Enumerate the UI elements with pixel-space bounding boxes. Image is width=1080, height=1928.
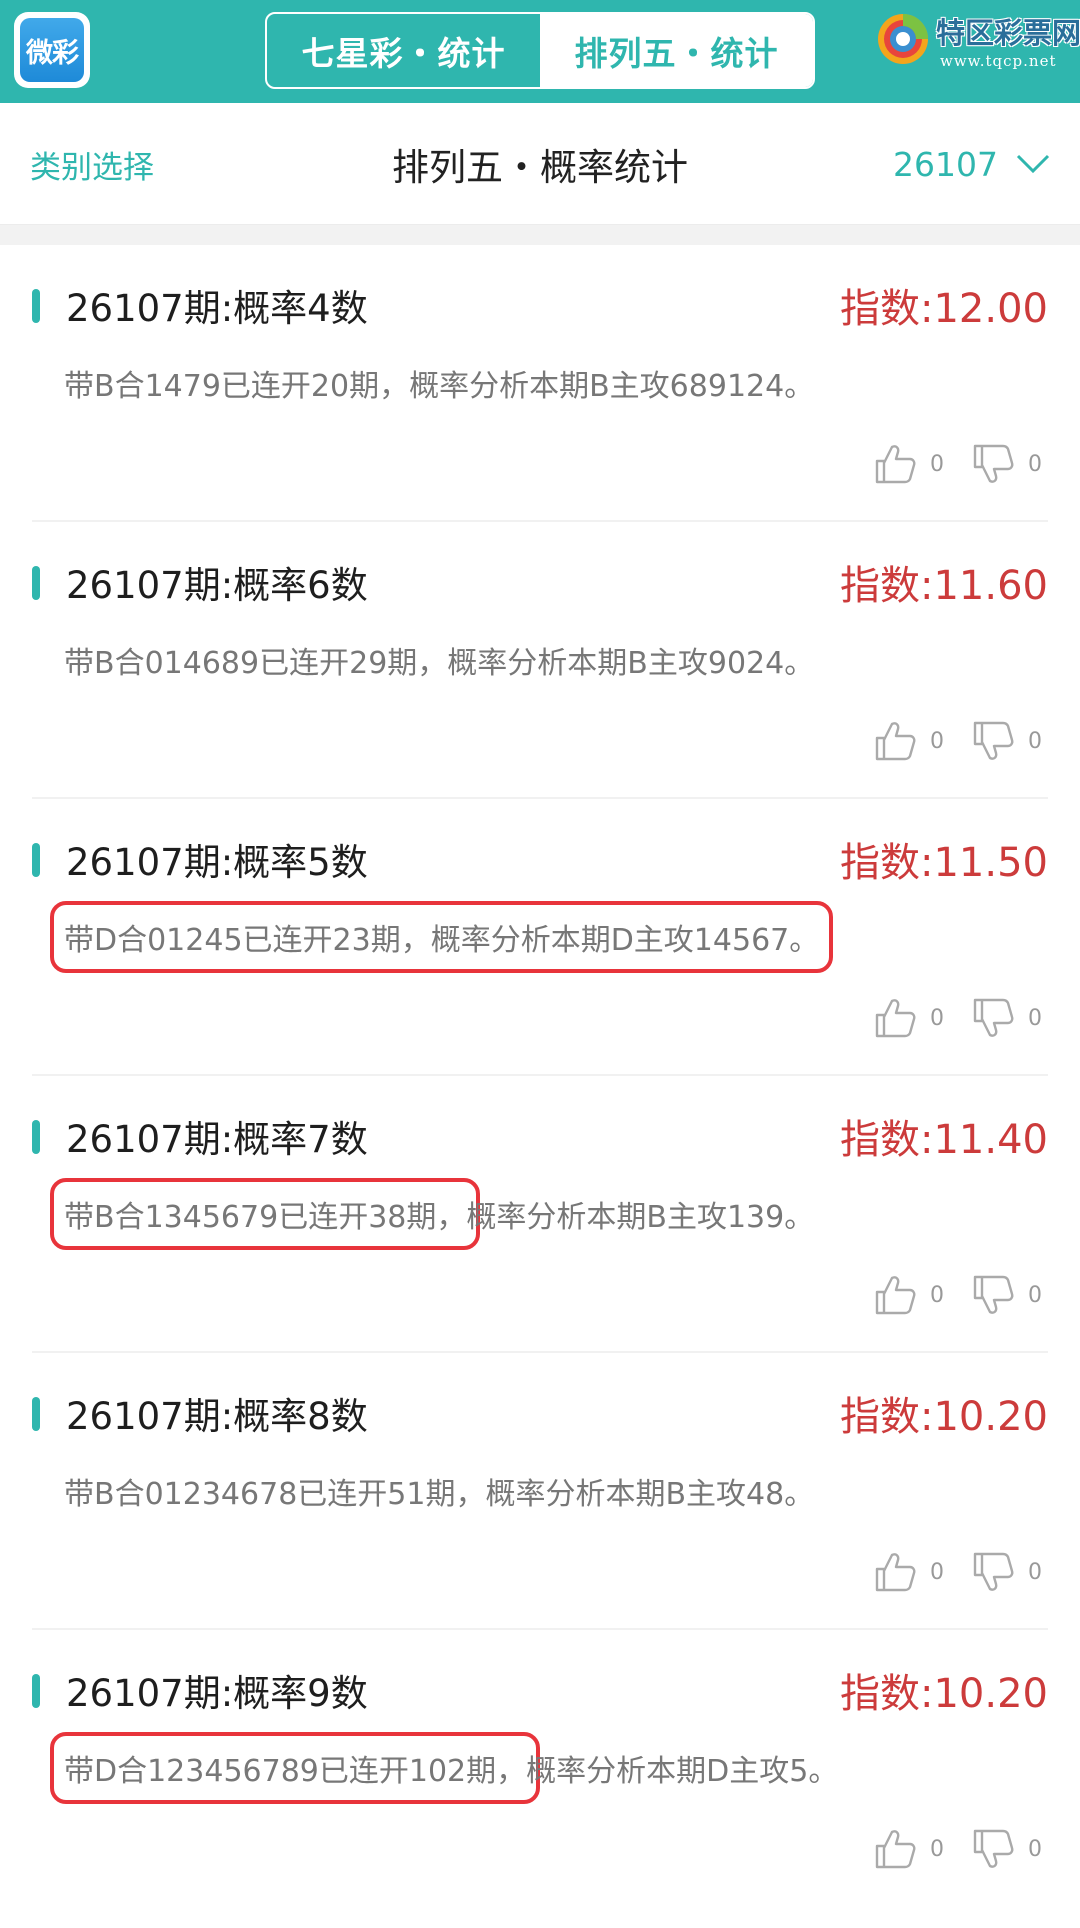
- item-description: 带B合1479已连开20期，概率分析本期B主攻689124。: [64, 361, 814, 405]
- dislike-button[interactable]: 0: [970, 718, 1042, 764]
- probability-list: 26107期:概率4数 指数:12.00 带B合1479已连开20期，概率分析本…: [0, 245, 1080, 1907]
- like-button[interactable]: 0: [872, 1826, 944, 1872]
- highlighted-text: 带D合01245已连开23期，概率分析本期D主攻14567。: [49, 901, 834, 973]
- like-count: 0: [930, 728, 944, 754]
- title-marker: [32, 843, 40, 877]
- list-item: 26107期:概率9数 指数:10.20 带D合123456789已连开102期…: [32, 1630, 1048, 1907]
- like-button[interactable]: 0: [872, 441, 944, 487]
- item-title: 26107期:概率6数: [66, 564, 368, 607]
- brand-url: www.tqcp.net: [940, 52, 1057, 70]
- list-item: 26107期:概率4数 指数:12.00 带B合1479已连开20期，概率分析本…: [32, 245, 1048, 522]
- title-marker: [32, 1120, 40, 1154]
- item-description: 带D合123456789已连开102期，概率分析本期D主攻5。: [49, 1732, 839, 1804]
- item-index-value: 指数:11.60: [840, 563, 1048, 609]
- vote-bar: 0 0: [846, 1549, 1042, 1595]
- tab-qixingcai-stats[interactable]: 七星彩・统计: [267, 14, 540, 87]
- vote-bar: 0 0: [846, 995, 1042, 1041]
- dislike-count: 0: [1028, 1559, 1042, 1585]
- thumbs-up-icon: [875, 1553, 916, 1592]
- nav-bar: 类别选择 排列五・概率统计 26107: [0, 103, 1080, 225]
- item-title: 26107期:概率5数: [66, 841, 368, 884]
- like-count: 0: [930, 451, 944, 477]
- dislike-button[interactable]: 0: [970, 441, 1042, 487]
- item-description: 带B合1345679已连开38期，概率分析本期B主攻139。: [49, 1178, 815, 1250]
- like-button[interactable]: 0: [872, 1272, 944, 1318]
- vote-bar: 0 0: [846, 1826, 1042, 1872]
- dislike-button[interactable]: 0: [970, 1549, 1042, 1595]
- description-text: 带B合1479已连开20期，概率分析本期B主攻689124。: [64, 369, 815, 404]
- brand-watermark: 特区彩票网 www.tqcp.net: [876, 8, 1080, 88]
- thumbs-up-icon: [875, 999, 916, 1038]
- dislike-button[interactable]: 0: [970, 1826, 1042, 1872]
- app-logo-text: 微彩: [20, 18, 84, 82]
- thumbs-down-icon: [973, 1552, 1014, 1591]
- item-title: 26107期:概率4数: [66, 287, 368, 330]
- dislike-count: 0: [1028, 728, 1042, 754]
- section-divider: [0, 225, 1080, 245]
- item-description: 带D合01245已连开23期，概率分析本期D主攻14567。: [49, 901, 834, 973]
- highlighted-text: 带D合123456789已连开102期，: [49, 1732, 541, 1804]
- title-marker: [32, 1397, 40, 1431]
- period-value: 26107: [893, 144, 998, 184]
- list-item: 26107期:概率5数 指数:11.50 带D合01245已连开23期，概率分析…: [32, 799, 1048, 1076]
- thumbs-up-icon: [875, 1276, 916, 1315]
- title-marker: [32, 1674, 40, 1708]
- item-index-value: 指数:12.00: [840, 286, 1048, 332]
- list-item: 26107期:概率8数 指数:10.20 带B合01234678已连开51期，概…: [32, 1353, 1048, 1630]
- dislike-button[interactable]: 0: [970, 1272, 1042, 1318]
- dislike-count: 0: [1028, 1836, 1042, 1862]
- title-marker: [32, 289, 40, 323]
- item-index-value: 指数:10.20: [840, 1671, 1048, 1717]
- dislike-count: 0: [1028, 1005, 1042, 1031]
- item-index-value: 指数:11.50: [840, 840, 1048, 886]
- description-text: 概率分析本期B主攻139。: [466, 1200, 815, 1235]
- like-button[interactable]: 0: [872, 995, 944, 1041]
- title-marker: [32, 566, 40, 600]
- item-title: 26107期:概率7数: [66, 1118, 368, 1161]
- item-description: 带B合014689已连开29期，概率分析本期B主攻9024。: [64, 638, 814, 682]
- like-button[interactable]: 0: [872, 1549, 944, 1595]
- dislike-count: 0: [1028, 1282, 1042, 1308]
- like-count: 0: [930, 1559, 944, 1585]
- category-select-button[interactable]: 类别选择: [30, 103, 154, 225]
- brand-swirl-icon: [878, 14, 928, 64]
- period-dropdown[interactable]: 26107: [893, 103, 1050, 225]
- item-index-value: 指数:10.20: [840, 1394, 1048, 1440]
- like-button[interactable]: 0: [872, 718, 944, 764]
- item-title: 26107期:概率9数: [66, 1672, 368, 1715]
- thumbs-down-icon: [973, 444, 1014, 483]
- like-count: 0: [930, 1836, 944, 1862]
- dislike-count: 0: [1028, 451, 1042, 477]
- vote-bar: 0 0: [846, 718, 1042, 764]
- item-description: 带B合01234678已连开51期，概率分析本期B主攻48。: [64, 1469, 814, 1513]
- description-text: 带B合01234678已连开51期，概率分析本期B主攻48。: [64, 1477, 815, 1512]
- description-text: 带B合014689已连开29期，概率分析本期B主攻9024。: [64, 646, 815, 681]
- dislike-button[interactable]: 0: [970, 995, 1042, 1041]
- list-item: 26107期:概率6数 指数:11.60 带B合014689已连开29期，概率分…: [32, 522, 1048, 799]
- vote-bar: 0 0: [846, 441, 1042, 487]
- like-count: 0: [930, 1282, 944, 1308]
- thumbs-down-icon: [973, 998, 1014, 1037]
- item-index-value: 指数:11.40: [840, 1117, 1048, 1163]
- highlighted-text: 带B合1345679已连开38期，: [49, 1178, 481, 1250]
- thumbs-up-icon: [875, 1830, 916, 1869]
- app-logo-icon[interactable]: 微彩: [14, 12, 90, 88]
- vote-bar: 0 0: [846, 1272, 1042, 1318]
- thumbs-down-icon: [973, 1829, 1014, 1868]
- thumbs-up-icon: [875, 445, 916, 484]
- item-title: 26107期:概率8数: [66, 1395, 368, 1438]
- lottery-type-switch: 七星彩・统计 排列五・统计: [265, 12, 815, 89]
- list-item: 26107期:概率7数 指数:11.40 带B合1345679已连开38期，概率…: [32, 1076, 1048, 1353]
- top-bar: 微彩 七星彩・统计 排列五・统计 特区彩票网 www.tqcp.net: [0, 0, 1080, 103]
- thumbs-down-icon: [973, 721, 1014, 760]
- description-text: 概率分析本期D主攻5。: [526, 1754, 839, 1789]
- brand-name: 特区彩票网: [936, 16, 1080, 50]
- thumbs-down-icon: [973, 1275, 1014, 1314]
- thumbs-up-icon: [875, 722, 916, 761]
- chevron-down-icon: [1016, 154, 1050, 174]
- like-count: 0: [930, 1005, 944, 1031]
- tab-pailie5-stats[interactable]: 排列五・统计: [540, 14, 813, 87]
